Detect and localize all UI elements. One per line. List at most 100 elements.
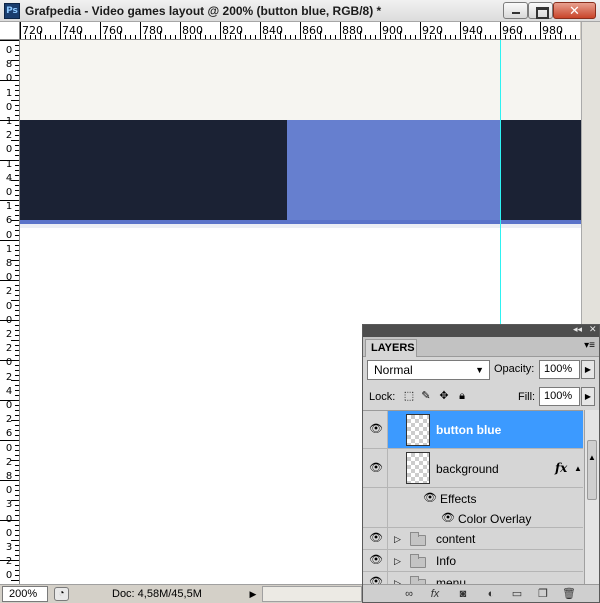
layer-effects-fx-icon[interactable]: fx xyxy=(555,461,567,475)
ruler-minor-tick xyxy=(555,35,556,39)
close-button[interactable]: ✕ xyxy=(553,2,596,19)
add-layer-mask-icon[interactable]: ◙ xyxy=(455,586,471,602)
layer-name: Info xyxy=(436,554,457,568)
minimize-button[interactable] xyxy=(503,2,528,19)
ruler-minor-tick xyxy=(215,35,216,39)
ruler-minor-tick xyxy=(265,35,266,39)
status-info-icon[interactable]: ◔ xyxy=(54,587,69,601)
ruler-minor-tick xyxy=(315,35,316,39)
new-group-folder-icon[interactable]: ▭ xyxy=(509,586,525,602)
visibility-toggle[interactable]: 👁︎ xyxy=(363,411,388,448)
ruler-tick xyxy=(15,225,19,226)
ruler-minor-tick xyxy=(55,35,56,39)
lock-transparent-pixels-icon[interactable]: ⬚ xyxy=(402,389,416,403)
expand-arrow-icon[interactable]: ▷ xyxy=(394,556,401,567)
chevron-up-icon[interactable]: ▲ xyxy=(574,464,582,473)
ruler-tick xyxy=(11,500,19,501)
visibility-toggle[interactable]: 👁︎ xyxy=(363,550,388,571)
ruler-top[interactable]: 720 740 760 780 800 820 840 860 880 900 920 940 960 9… xyxy=(20,22,580,40)
ruler-minor-tick xyxy=(45,35,46,39)
visibility-toggle[interactable]: 👁︎ xyxy=(363,449,388,487)
ruler-minor-tick xyxy=(325,35,326,39)
panel-title-bar[interactable]: ◂◂ ✕ xyxy=(363,324,599,337)
ruler-minor-tick xyxy=(515,35,516,39)
expand-arrow-icon[interactable]: ▷ xyxy=(394,534,401,545)
visibility-toggle[interactable]: 👁︎ xyxy=(363,528,388,549)
fill-input[interactable]: 100% xyxy=(539,387,580,406)
fill-slider-arrow-icon[interactable]: ▶ xyxy=(581,387,595,406)
eye-icon[interactable]: 👁︎ xyxy=(423,493,437,504)
ruler-label: 0 xyxy=(5,144,13,156)
collapse-panel-icon[interactable]: ◂◂ xyxy=(573,324,582,335)
close-panel-icon[interactable]: ✕ xyxy=(589,324,597,335)
ruler-label: 1 xyxy=(5,116,13,127)
zoom-level-field[interactable]: 200% xyxy=(2,586,48,602)
horizontal-scrollbar[interactable] xyxy=(262,586,362,602)
blend-mode-select[interactable]: Normal ▼ xyxy=(367,360,490,380)
layers-list: 👁︎ button blue 👁︎ background fx ▲ 👁︎ Eff… xyxy=(363,410,583,584)
panel-menu-icon[interactable]: ▾≡ xyxy=(584,340,595,351)
ruler-tick xyxy=(15,105,19,106)
ruler-tick xyxy=(15,385,19,386)
ruler-major-tick xyxy=(540,22,541,39)
visibility-toggle[interactable]: 👁︎ xyxy=(363,572,388,584)
eye-icon[interactable]: 👁︎ xyxy=(441,513,455,524)
ruler-tick xyxy=(15,205,19,206)
ruler-tick xyxy=(15,190,19,191)
new-layer-icon[interactable]: ❐ xyxy=(535,586,551,602)
delete-layer-trash-icon[interactable]: 🗑︎ xyxy=(561,586,577,602)
new-adjustment-layer-icon[interactable]: ◐ xyxy=(483,586,499,602)
ruler-minor-tick xyxy=(565,35,566,39)
status-menu-arrow-icon[interactable]: ▶ xyxy=(247,586,259,602)
ruler-label: 0 xyxy=(5,272,13,284)
visibility-cell xyxy=(363,508,388,527)
maximize-button[interactable] xyxy=(528,2,553,19)
ruler-major-tick xyxy=(260,22,261,39)
ruler-tick xyxy=(0,40,19,41)
layers-scrollbar[interactable]: ▲ xyxy=(584,410,599,584)
ruler-major-tick xyxy=(100,22,101,39)
ruler-tick xyxy=(15,490,19,491)
ruler-label: 0 xyxy=(5,527,13,539)
ruler-minor-tick xyxy=(495,35,496,39)
ruler-tick xyxy=(0,520,19,521)
ruler-minor-tick xyxy=(410,35,411,39)
opacity-input[interactable]: 100% xyxy=(539,360,580,379)
lock-all-padlock-icon[interactable]: 🔒︎ xyxy=(455,389,469,403)
ruler-tick xyxy=(15,425,19,426)
layer-row-button-blue[interactable]: 👁︎ button blue xyxy=(363,411,583,449)
scroll-up-icon[interactable]: ▲ xyxy=(588,453,596,462)
add-layer-style-fx-icon[interactable]: fx xyxy=(427,586,443,602)
ruler-tick xyxy=(15,355,19,356)
effects-row[interactable]: 👁︎ Effects xyxy=(363,488,583,508)
ruler-minor-tick xyxy=(320,31,321,39)
ruler-tick xyxy=(15,215,19,216)
ruler-label: 0 xyxy=(5,442,13,454)
ruler-left[interactable]: 08010120140160180200220240260280300320 xyxy=(0,40,20,585)
layer-group-content[interactable]: 👁︎ ▷ content xyxy=(363,528,583,550)
ruler-tick xyxy=(15,510,19,511)
layer-name: content xyxy=(436,532,476,546)
layer-group-info[interactable]: 👁︎ ▷ Info xyxy=(363,550,583,572)
opacity-slider-arrow-icon[interactable]: ▶ xyxy=(581,360,595,379)
lock-image-pixels-brush-icon[interactable]: ✎ xyxy=(419,389,433,403)
ruler-minor-tick xyxy=(390,35,391,39)
link-layers-icon[interactable]: ∞ xyxy=(401,586,417,602)
ruler-minor-tick xyxy=(345,35,346,39)
lock-position-move-icon[interactable]: ✥ xyxy=(437,389,451,403)
ruler-tick xyxy=(15,85,19,86)
ruler-minor-tick xyxy=(190,35,191,39)
ruler-tick xyxy=(15,390,19,391)
ruler-origin[interactable] xyxy=(0,22,20,40)
ruler-minor-tick xyxy=(350,35,351,39)
effect-color-overlay-row[interactable]: 👁︎ Color Overlay xyxy=(363,508,583,528)
ruler-label: 0 xyxy=(5,101,13,113)
scrollbar-thumb[interactable] xyxy=(587,440,597,500)
ruler-major-tick xyxy=(300,22,301,39)
ruler-minor-tick xyxy=(275,35,276,39)
layer-group-menu[interactable]: 👁︎ ▷ menu xyxy=(363,572,583,584)
layer-row-background[interactable]: 👁︎ background fx ▲ xyxy=(363,449,583,488)
tab-layers[interactable]: LAYERS xyxy=(365,339,417,357)
ruler-label: 4 xyxy=(5,172,13,184)
ruler-minor-tick xyxy=(425,35,426,39)
